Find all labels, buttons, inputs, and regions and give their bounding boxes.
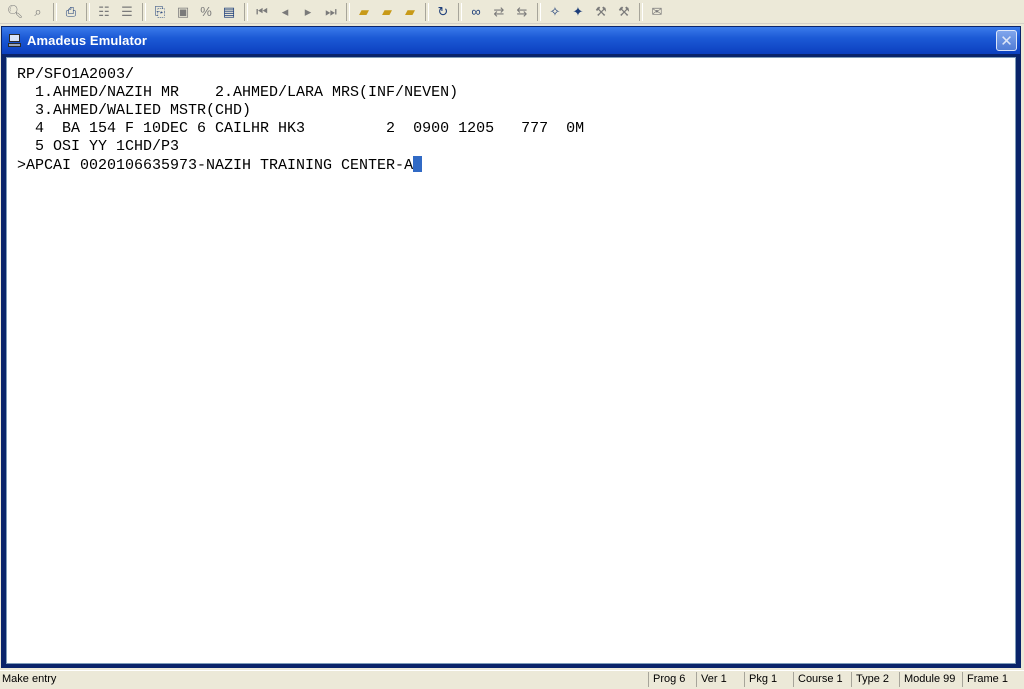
open-folder-down-icon[interactable]: ▰ xyxy=(376,2,398,22)
find-next-icon[interactable]: ⌕ xyxy=(27,2,49,22)
toolbar-separator xyxy=(53,2,57,21)
tools-icon[interactable]: ⚒︎ xyxy=(590,2,612,22)
toolbar-separator xyxy=(537,2,541,21)
last-icon[interactable]: ⏭︎ xyxy=(320,2,342,22)
first-icon[interactable]: ⏮︎ xyxy=(251,2,273,22)
print-icon[interactable]: ⎙ xyxy=(60,2,82,22)
terminal-line: 4 BA 154 F 10DEC 6 CAILHR HK3 2 0900 120… xyxy=(17,120,585,137)
transfer-back-icon[interactable]: ⇆ xyxy=(511,2,533,22)
window-title: Amadeus Emulator xyxy=(27,33,148,48)
command-entry-line[interactable]: >APCAI 0020106635973-NAZIH TRAINING CENT… xyxy=(17,156,1015,174)
copy-icon[interactable]: ⎘ xyxy=(149,2,171,22)
stack-icon[interactable]: ▣ xyxy=(172,2,194,22)
status-message: Make entry xyxy=(2,673,57,685)
toolbar-separator xyxy=(425,2,429,21)
status-prog: Prog 6 xyxy=(648,672,696,687)
status-frame: Frame 1 xyxy=(962,672,1020,687)
status-type: Type 2 xyxy=(851,672,899,687)
status-module: Module 99 xyxy=(899,672,962,687)
next-icon[interactable]: ▸ xyxy=(297,2,319,22)
mail-icon[interactable]: ✉︎ xyxy=(646,2,668,22)
open-folder-icon[interactable]: ▰ xyxy=(353,2,375,22)
terminal-line: RP/SFO1A2003/ xyxy=(17,66,135,83)
status-cells: Prog 6 Ver 1 Pkg 1 Course 1 Type 2 Modul… xyxy=(648,672,1020,687)
status-bar: Make entry Prog 6 Ver 1 Pkg 1 Course 1 T… xyxy=(0,670,1024,689)
table-icon[interactable]: ☰ xyxy=(116,2,138,22)
close-button[interactable]: ✕ xyxy=(996,30,1017,51)
wand-arrow-icon[interactable]: ✦ xyxy=(567,2,589,22)
toolbar-separator xyxy=(142,2,146,21)
percent-icon[interactable]: % xyxy=(195,2,217,22)
previous-icon[interactable]: ◂ xyxy=(274,2,296,22)
title-bar[interactable]: Amadeus Emulator ✕ xyxy=(2,27,1020,54)
toolbar-separator xyxy=(639,2,643,21)
open-folder-up-icon[interactable]: ▰ xyxy=(399,2,421,22)
toolbar-separator xyxy=(244,2,248,21)
command-entry-text[interactable]: >APCAI 0020106635973-NAZIH TRAINING CENT… xyxy=(17,157,413,174)
status-pkg: Pkg 1 xyxy=(744,672,793,687)
toolbar-separator xyxy=(346,2,350,21)
book-icon[interactable]: ▤ xyxy=(218,2,240,22)
status-ver: Ver 1 xyxy=(696,672,744,687)
toolbar: 🔍︎ ⌕ ⎙ ☷ ☰ ⎘ ▣ % ▤ ⏮︎ ◂ ▸ ⏭︎ ▰ ▰ ▰ ↻ ∞ ⇄… xyxy=(0,0,1024,24)
emulator-window: Amadeus Emulator ✕ RP/SFO1A2003/ 1.AHMED… xyxy=(1,26,1021,668)
refresh-icon[interactable]: ↻ xyxy=(432,2,454,22)
text-cursor xyxy=(413,156,423,172)
transfer-icon[interactable]: ⇄ xyxy=(488,2,510,22)
toolbar-separator xyxy=(458,2,462,21)
terminal-line: 3.AHMED/WALIED MSTR(CHD) xyxy=(17,102,252,119)
status-course: Course 1 xyxy=(793,672,851,687)
terminal-line: 5 OSI YY 1CHD/P3 xyxy=(17,138,180,155)
grid-icon[interactable]: ☷ xyxy=(93,2,115,22)
toolbar-separator xyxy=(86,2,90,21)
find-icon[interactable]: 🔍︎ xyxy=(4,2,26,22)
terminal-line: 1.AHMED/NAZIH MR 2.AHMED/LARA MRS(INF/NE… xyxy=(17,84,459,101)
terminal-screen[interactable]: RP/SFO1A2003/ 1.AHMED/NAZIH MR 2.AHMED/L… xyxy=(6,57,1016,664)
binoculars-icon[interactable]: ∞ xyxy=(465,2,487,22)
wand-icon[interactable]: ✧ xyxy=(544,2,566,22)
terminal-icon xyxy=(8,33,21,48)
tools-arrow-icon[interactable]: ⚒︎ xyxy=(613,2,635,22)
